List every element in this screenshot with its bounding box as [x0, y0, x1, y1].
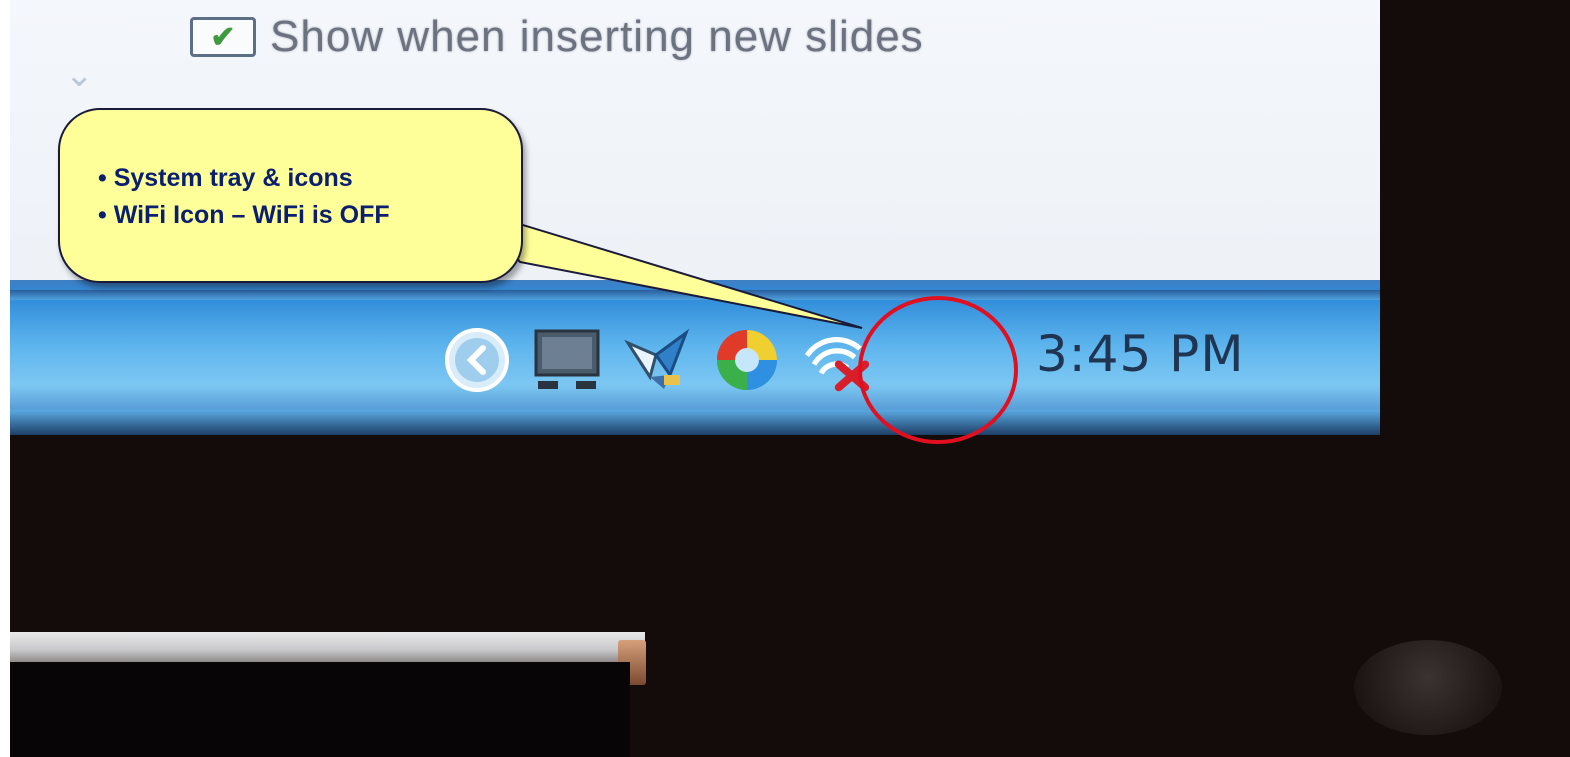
photo-left-margin: [0, 0, 10, 757]
chevron-down-icon[interactable]: ⌄: [65, 55, 94, 95]
bezel-button: [1354, 640, 1502, 735]
callout-line-1: • System tray & icons: [98, 164, 353, 192]
wifi-off-icon[interactable]: [800, 325, 874, 395]
annotation-callout: • System tray & icons • WiFi Icon – WiFi…: [58, 108, 523, 283]
show-hidden-icons-icon[interactable]: [440, 325, 514, 395]
callout-line-2: • WiFi Icon – WiFi is OFF: [98, 201, 390, 229]
system-tray: [440, 320, 874, 400]
colorful-app-icon[interactable]: [710, 325, 784, 395]
laptop-hinge: [10, 632, 645, 662]
show-on-insert-label: Show when inserting new slides: [270, 12, 924, 61]
show-on-insert-checkbox[interactable]: ✔: [190, 17, 256, 57]
network-monitor-icon[interactable]: [530, 325, 604, 395]
butterfly-app-icon[interactable]: [620, 325, 694, 395]
taskbar-clock[interactable]: 3:45 PM: [1036, 325, 1244, 383]
laptop-bezel-slot: [10, 662, 630, 757]
taskbar-top-edge: [10, 290, 1380, 300]
show-on-insert-option[interactable]: ✔ Show when inserting new slides: [190, 12, 924, 62]
taskbar-bottom-edge: [10, 410, 1380, 435]
